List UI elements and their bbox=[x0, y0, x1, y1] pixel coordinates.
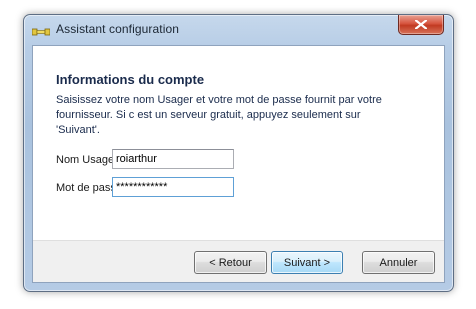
username-label: Nom Usager bbox=[56, 154, 112, 166]
page-title: Informations du compte bbox=[56, 72, 205, 87]
cable-plug-icon bbox=[31, 24, 51, 36]
page-description: Saisissez votre nom Usager et votre mot … bbox=[56, 94, 382, 136]
title-bar[interactable]: Assistant configuration bbox=[24, 15, 453, 45]
next-button[interactable]: Suivant > bbox=[271, 251, 343, 274]
close-button[interactable] bbox=[398, 15, 444, 35]
button-area-divider bbox=[33, 240, 444, 241]
wizard-window: Assistant configuration Informations du … bbox=[23, 14, 454, 292]
close-icon bbox=[415, 20, 427, 29]
password-label: Mot de passe bbox=[56, 182, 112, 194]
back-button[interactable]: < Retour bbox=[194, 251, 267, 274]
dialog-client-area: Informations du compte Saisissez votre n… bbox=[32, 45, 445, 283]
content-panel: Informations du compte Saisissez votre n… bbox=[33, 46, 444, 240]
window-title: Assistant configuration bbox=[56, 22, 180, 36]
username-field[interactable] bbox=[112, 149, 234, 169]
cancel-button[interactable]: Annuler bbox=[362, 251, 435, 274]
screen: Assistant configuration Informations du … bbox=[0, 0, 476, 309]
password-field[interactable] bbox=[112, 177, 234, 197]
